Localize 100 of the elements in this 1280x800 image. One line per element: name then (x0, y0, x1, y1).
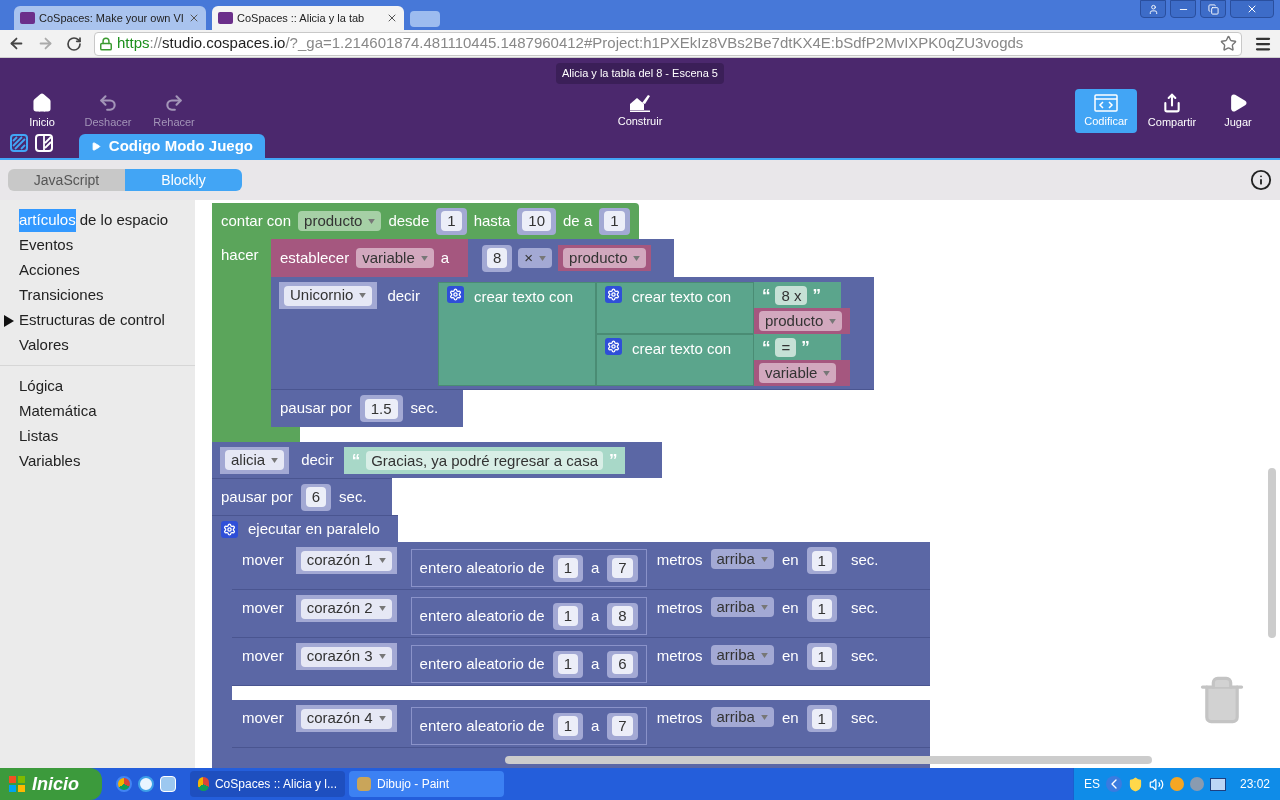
taskbar-button[interactable]: Dibujo - Paint (349, 771, 504, 797)
caret-icon (378, 606, 386, 611)
dropdown-field[interactable]: arriba (710, 645, 774, 665)
gear-icon[interactable] (446, 286, 464, 303)
browser-tab[interactable]: CoSpaces: Make your own VI (14, 6, 206, 30)
category-item[interactable]: Transiciones (19, 284, 104, 307)
number-field[interactable]: 1 (557, 606, 578, 626)
gear-icon[interactable] (221, 520, 238, 538)
browser-icon[interactable] (116, 776, 132, 792)
dropdown-field[interactable]: corazón 4 (300, 708, 392, 729)
text-field[interactable]: Gracias, ya podré regresar a casa (366, 450, 603, 470)
number-field[interactable]: 8 (487, 248, 508, 268)
monitor-icon[interactable] (1209, 777, 1226, 791)
browser-icon[interactable] (138, 776, 154, 792)
dropdown-field[interactable]: producto (298, 211, 382, 231)
reload-icon[interactable] (66, 35, 82, 52)
dropdown-field[interactable]: alicia (225, 450, 285, 470)
start-button[interactable]: Inicio (0, 768, 102, 800)
category-item[interactable]: Estructuras de control (19, 309, 165, 332)
number-field[interactable]: 1 (811, 646, 832, 667)
text-field[interactable]: 8 x (775, 285, 808, 305)
toolbar-button[interactable]: Jugar (1207, 88, 1269, 133)
close-icon[interactable] (188, 12, 200, 24)
share-icon (1162, 93, 1182, 113)
dropdown-field[interactable]: Unicornio (284, 285, 373, 306)
code-window-icon (1094, 94, 1118, 112)
expand-tray-icon[interactable] (1105, 776, 1122, 792)
toolbar-button[interactable]: Compartir (1141, 88, 1203, 133)
mode-tab[interactable]: JavaScript (8, 169, 125, 191)
category-item[interactable]: Acciones (19, 259, 80, 282)
shield-icon[interactable] (1127, 776, 1143, 792)
number-field[interactable]: 6 (305, 487, 327, 507)
number-field[interactable]: 6 (612, 654, 633, 674)
bookmark-star-icon[interactable] (1220, 35, 1237, 52)
close-icon[interactable] (386, 12, 398, 24)
text-field[interactable]: = (775, 337, 797, 357)
gear-icon[interactable] (604, 338, 622, 355)
number-field[interactable]: 1 (811, 598, 832, 619)
striped-square-icon[interactable] (10, 134, 28, 152)
block-label: crear texto con (473, 287, 574, 307)
category-item[interactable]: Variables (19, 450, 81, 473)
block-label: establecer (280, 247, 350, 268)
category-item[interactable]: de lo espacio (79, 209, 169, 232)
dropdown-field[interactable]: arriba (710, 707, 774, 727)
number-field[interactable]: 7 (612, 558, 633, 578)
info-icon[interactable] (1250, 169, 1272, 191)
dropdown-field[interactable]: corazón 1 (300, 550, 392, 571)
block-label: mover (242, 708, 284, 728)
number-field[interactable]: 1 (811, 708, 832, 729)
number-field[interactable]: 1 (557, 558, 578, 578)
gear-icon[interactable] (604, 286, 622, 303)
taskbar-button[interactable]: CoSpaces :: Alicia y l... (190, 771, 345, 797)
dropdown-field[interactable]: arriba (710, 549, 774, 569)
speaker-icon[interactable] (1148, 776, 1164, 792)
category-item[interactable]: Listas (19, 425, 59, 448)
block-label: decir (301, 449, 334, 470)
app-icon[interactable] (160, 776, 176, 792)
dropdown-field[interactable]: producto (758, 311, 843, 331)
dropdown-field[interactable]: variable (356, 248, 434, 268)
profile-button[interactable] (1140, 0, 1166, 18)
block-label: sec. (339, 486, 367, 507)
toolbar-button[interactable]: Inicio (11, 88, 73, 133)
dropdown-field[interactable]: corazón 2 (300, 598, 392, 619)
category-item[interactable]: Valores (19, 334, 69, 357)
dropdown-field[interactable]: variable (758, 363, 837, 383)
dropdown-field[interactable]: corazón 3 (300, 646, 392, 667)
category-item[interactable]: Eventos (19, 234, 74, 257)
quote-mark: “ (351, 451, 361, 469)
dropdown-field[interactable]: × (518, 248, 553, 268)
number-field[interactable]: 1 (811, 550, 832, 571)
number-field[interactable]: 8 (612, 606, 633, 626)
number-field[interactable]: 1 (557, 654, 578, 674)
toolbar-button[interactable]: Construir (609, 88, 671, 133)
dropdown-field[interactable]: producto (563, 248, 647, 268)
block-label: desde (388, 210, 430, 231)
caret-icon (368, 218, 376, 224)
windows-logo-icon (8, 775, 26, 793)
split-square-icon[interactable] (35, 134, 53, 152)
caret-icon (760, 604, 768, 610)
number-field[interactable]: 1 (557, 716, 578, 736)
block-label: crear texto con (631, 287, 732, 307)
number-field[interactable]: 7 (612, 716, 633, 736)
number-field[interactable]: 1 (604, 211, 625, 231)
browser-tab[interactable]: CoSpaces :: Alicia y la tab (212, 6, 404, 30)
dropdown-field[interactable]: arriba (710, 597, 774, 617)
category-item[interactable]: Matemática (19, 400, 97, 423)
block-label: entero aleatorio de (419, 653, 545, 674)
back-icon[interactable] (8, 35, 25, 52)
number-field[interactable]: 1.5 (364, 398, 398, 419)
address-bar[interactable]: https://studio.cospaces.io/?_ga=1.214601874.481110445.1487960412#Project:h1PXEkIz8VBs2Be7dtKX4E:bSdfP2MvIXPK0qZU3vogds (94, 31, 1242, 56)
number-field[interactable]: 10 (522, 211, 552, 231)
number-field[interactable]: 1 (441, 211, 462, 231)
block-label: hacer (221, 246, 259, 263)
restore-button[interactable] (1200, 0, 1226, 18)
vertical-scrollbar[interactable] (1268, 468, 1276, 638)
category-item[interactable]: Lógica (19, 375, 64, 398)
home-icon (32, 93, 52, 113)
horizontal-scrollbar[interactable] (505, 756, 1152, 764)
block-label: decir (387, 286, 420, 306)
language-indicator[interactable]: ES (1083, 775, 1100, 793)
